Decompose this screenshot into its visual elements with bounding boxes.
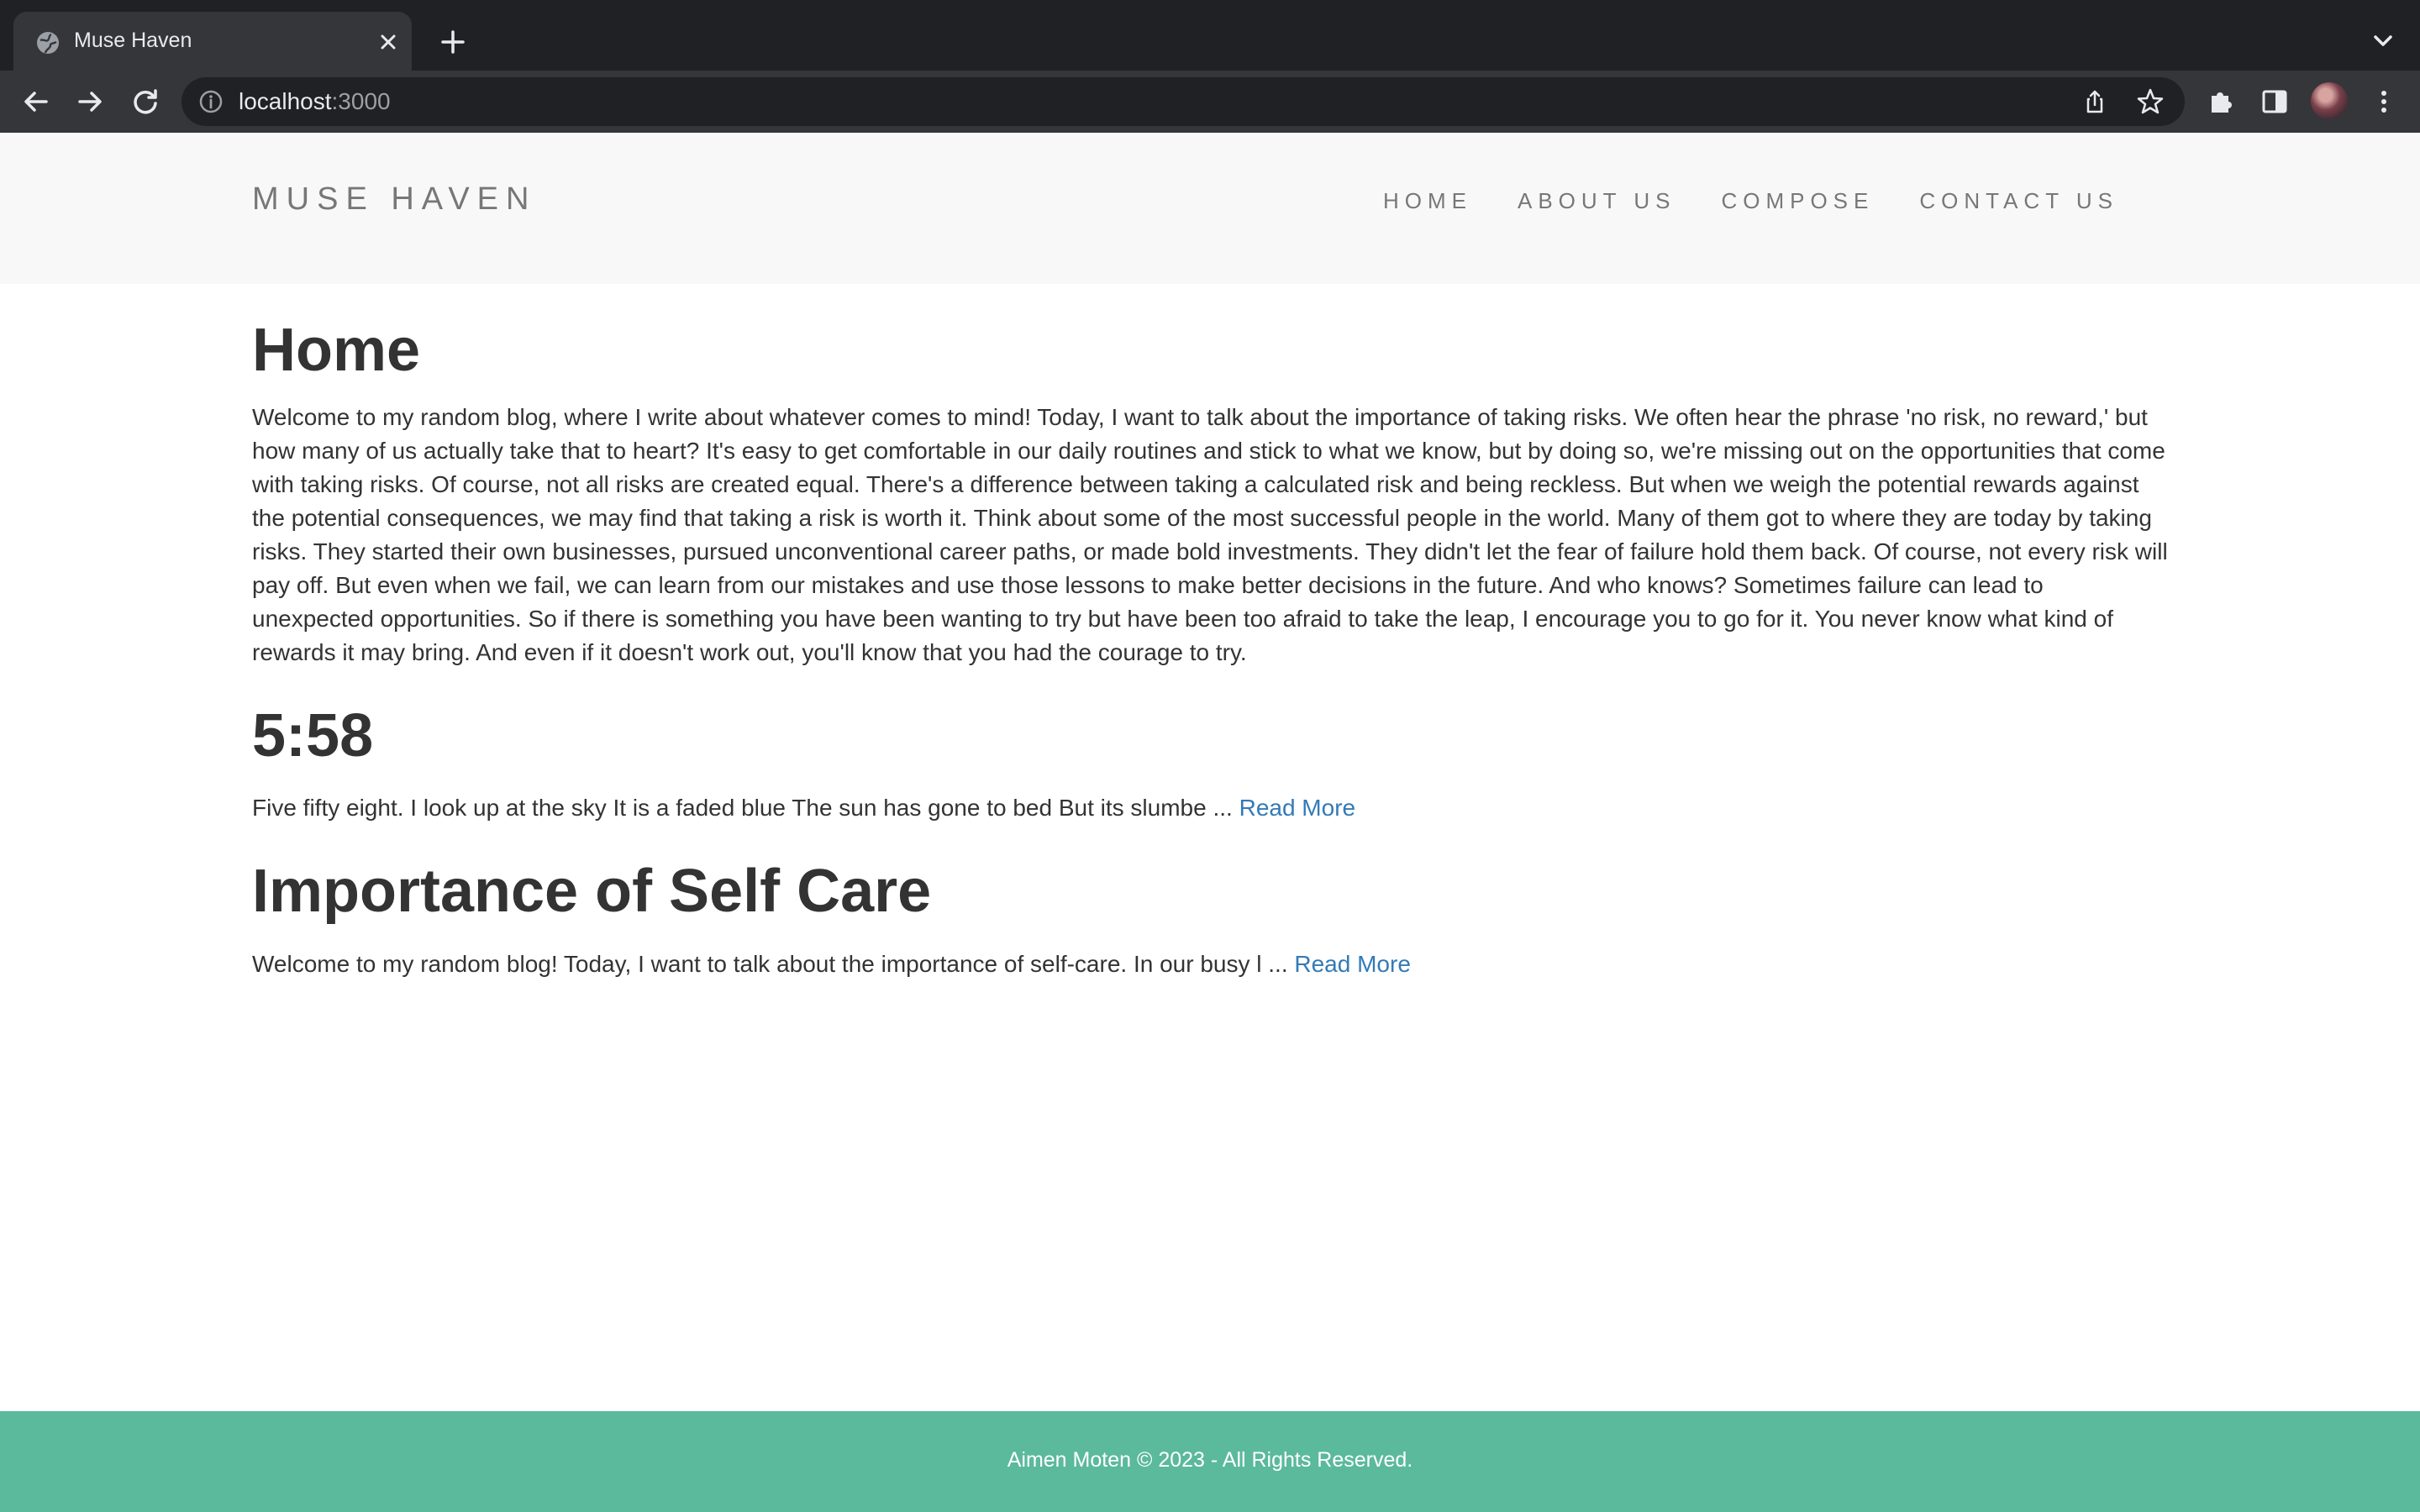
avatar[interactable] — [2311, 82, 2348, 119]
share-icon[interactable] — [2082, 89, 2107, 114]
post-excerpt-text: Five fifty eight. I look up at the sky I… — [252, 795, 1239, 822]
address-bar[interactable]: localhost:3000 — [182, 77, 2185, 126]
post-title: Importance of Self Care — [252, 858, 932, 926]
browser-tab-bar: Muse Haven — [0, 0, 2420, 71]
chevron-down-icon[interactable] — [2368, 29, 2398, 54]
footer-copyright: Aimen Moten © 2023 - All Rights Reserved… — [1007, 1448, 1413, 1472]
nav-contact-us[interactable]: CONTACT US — [1919, 188, 2118, 214]
nav-about-us[interactable]: ABOUT US — [1518, 188, 1676, 214]
star-icon[interactable] — [2136, 87, 2165, 116]
main-content: Home Welcome to my random blog, where I … — [252, 284, 2168, 1015]
post-excerpt-text: Welcome to my random blog! Today, I want… — [252, 950, 1295, 977]
reload-icon[interactable] — [128, 84, 163, 119]
read-more-link[interactable]: Read More — [1239, 795, 1356, 821]
plus-icon[interactable] — [435, 27, 471, 57]
side-panel-icon[interactable] — [2257, 84, 2292, 119]
tab-title: Muse Haven — [74, 29, 192, 52]
url-text[interactable]: localhost:3000 — [239, 88, 391, 115]
site-navbar: MUSE HAVEN HOME ABOUT US COMPOSE CONTACT… — [0, 133, 2420, 284]
more-vert-icon[interactable] — [2366, 84, 2402, 119]
home-intro: Welcome to my random blog, where I write… — [252, 404, 2168, 666]
back-arrow-icon[interactable] — [18, 84, 54, 119]
url-port: :3000 — [331, 88, 391, 114]
close-icon[interactable] — [375, 29, 402, 55]
globe-icon — [35, 30, 60, 55]
post-title: 5:58 — [252, 702, 374, 770]
page-title: Home — [252, 317, 421, 384]
nav-home[interactable]: HOME — [1383, 188, 1472, 214]
post-excerpt: Welcome to my random blog! Today, I want… — [252, 948, 2168, 981]
info-icon[interactable] — [198, 89, 224, 114]
forward-arrow-icon[interactable] — [72, 84, 108, 119]
puzzle-icon[interactable] — [2203, 84, 2238, 119]
browser-tab[interactable]: Muse Haven — [13, 12, 412, 71]
browser-toolbar: localhost:3000 — [0, 71, 2420, 133]
read-more-link[interactable]: Read More — [1294, 951, 1411, 977]
nav-compose[interactable]: COMPOSE — [1721, 188, 1874, 214]
url-host: localhost — [239, 88, 332, 114]
site-footer: Aimen Moten © 2023 - All Rights Reserved… — [0, 1411, 2420, 1512]
nav-links: HOME ABOUT US COMPOSE CONTACT US — [1383, 188, 2118, 214]
brand-logo[interactable]: MUSE HAVEN — [252, 181, 536, 218]
post-excerpt: Five fifty eight. I look up at the sky I… — [252, 791, 2168, 825]
